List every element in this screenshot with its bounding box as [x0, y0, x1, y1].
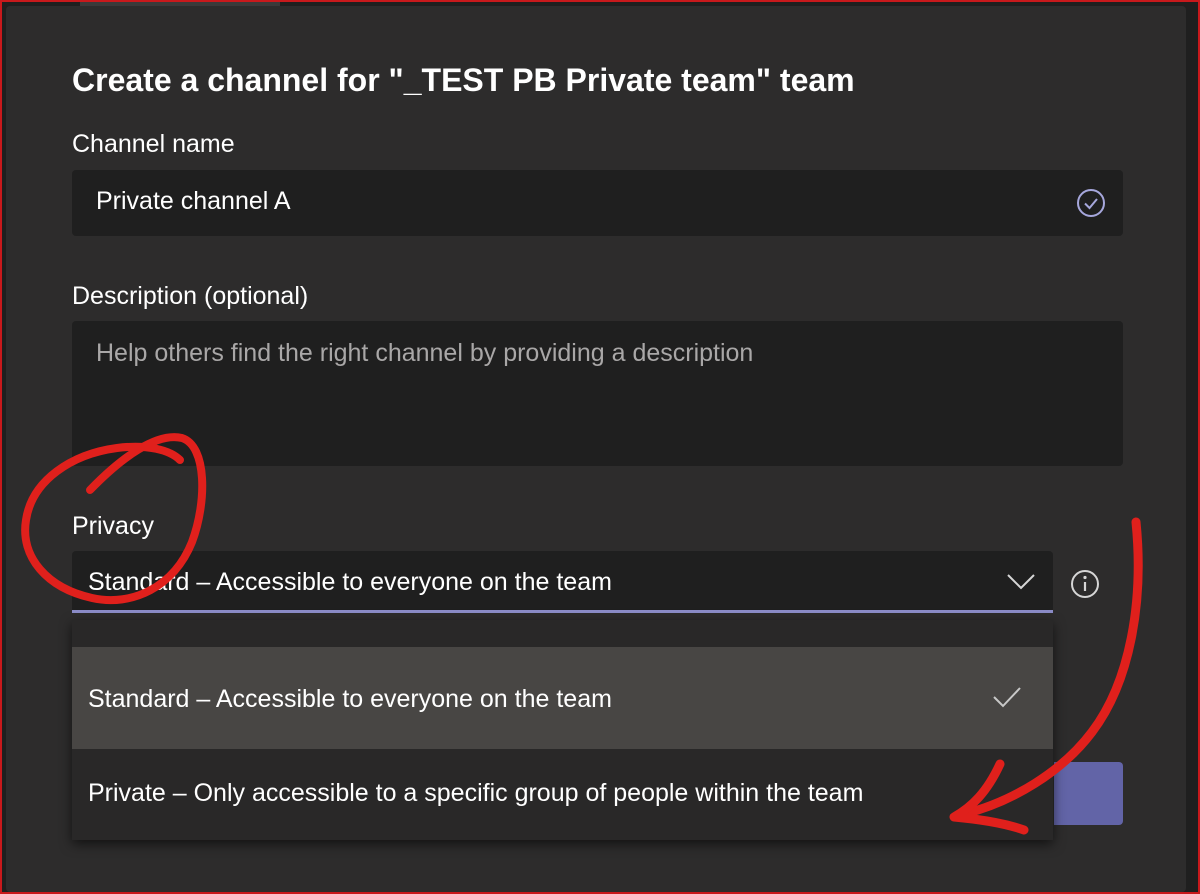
description-label: Description (optional) — [72, 282, 309, 310]
screenshot-frame: Create a channel for "_TEST PB Private t… — [0, 0, 1200, 894]
option-label: Standard – Accessible to everyone on the… — [88, 685, 612, 713]
privacy-selected-value: Standard – Accessible to everyone on the… — [88, 568, 612, 596]
option-label: Private – Only accessible to a specific … — [88, 779, 864, 807]
channel-name-input[interactable]: Private channel A — [72, 170, 1123, 236]
add-button[interactable] — [1054, 762, 1123, 825]
channel-name-label: Channel name — [72, 130, 235, 158]
description-placeholder: Help others find the right channel by pr… — [96, 339, 754, 367]
dialog-title: Create a channel for "_TEST PB Private t… — [72, 62, 855, 98]
description-textarea[interactable]: Help others find the right channel by pr… — [72, 321, 1123, 466]
check-circle-icon — [1077, 189, 1105, 217]
privacy-option-private[interactable]: Private – Only accessible to a specific … — [72, 749, 1053, 840]
info-icon[interactable] — [1069, 568, 1101, 600]
checkmark-icon — [993, 687, 1021, 708]
privacy-label: Privacy — [72, 512, 154, 540]
privacy-option-standard[interactable]: Standard – Accessible to everyone on the… — [72, 647, 1053, 749]
privacy-select[interactable]: Standard – Accessible to everyone on the… — [72, 551, 1053, 613]
chevron-down-icon — [1007, 574, 1035, 590]
privacy-dropdown-menu: Standard – Accessible to everyone on the… — [72, 620, 1053, 840]
channel-name-value: Private channel A — [96, 187, 291, 215]
